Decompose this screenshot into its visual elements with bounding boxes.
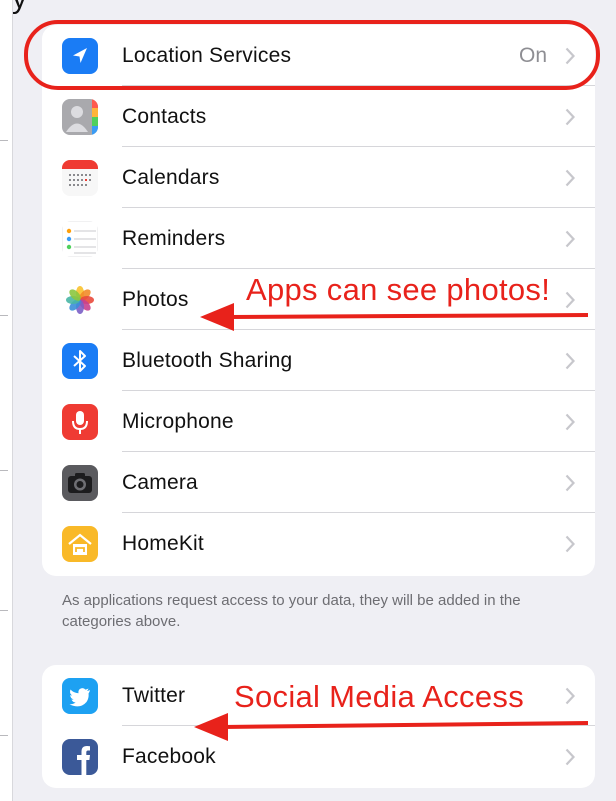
photos-arrow — [200, 303, 589, 331]
social-arrow — [194, 713, 589, 741]
annotation-arrows — [194, 303, 589, 741]
